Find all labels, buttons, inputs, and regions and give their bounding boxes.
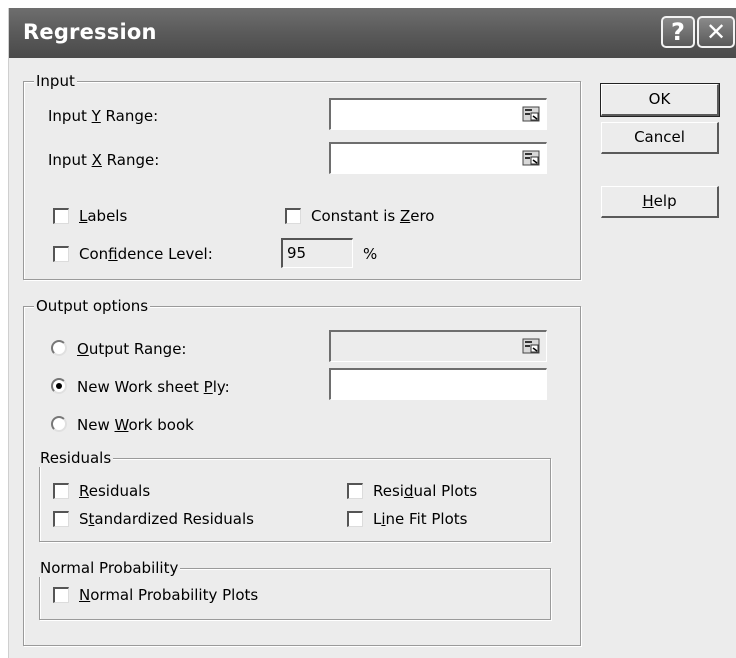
line-fit-plots-checkbox[interactable] [347, 511, 363, 527]
question-icon: ? [671, 18, 685, 46]
title-bar[interactable]: Regression ? ✕ [9, 8, 736, 58]
close-icon: ✕ [705, 18, 727, 46]
regression-dialog: Regression ? ✕ Input Input Y Range: Inpu… [8, 8, 736, 658]
standardized-residuals-checkbox[interactable] [53, 511, 69, 527]
normal-probability-plots-label: Normal Probability Plots [79, 586, 259, 604]
percent-unit: % [363, 245, 378, 263]
input-group-label: Input [34, 72, 77, 90]
range-picker-icon[interactable] [522, 337, 540, 355]
new-worksheet-ply-field[interactable] [329, 368, 547, 400]
close-button[interactable]: ✕ [697, 16, 735, 48]
new-worksheet-ply-radio[interactable] [51, 378, 67, 394]
standardized-residuals-label: Standardized Residuals [79, 510, 254, 528]
constant-is-zero-label: Constant is Zero [311, 207, 435, 225]
confidence-level-label: Confidence Level: [79, 245, 213, 263]
line-fit-plots-label: Line Fit Plots [373, 510, 468, 528]
output-range-radio[interactable] [51, 340, 67, 356]
residual-plots-label: Residual Plots [373, 482, 478, 500]
normal-probability-plots-checkbox[interactable] [53, 587, 69, 603]
help-question-button[interactable]: ? [661, 16, 695, 48]
new-workbook-label: New Work book [77, 416, 194, 434]
residuals-checkbox[interactable] [53, 483, 69, 499]
help-button[interactable]: Help [601, 186, 719, 218]
output-range-label: Output Range: [77, 340, 187, 358]
normal-probability-group-label: Normal Probability [38, 559, 181, 577]
constant-is-zero-checkbox[interactable] [285, 208, 301, 224]
range-picker-icon[interactable] [522, 149, 540, 167]
window-title: Regression [23, 20, 157, 44]
input-x-range-label: Input X Range: [48, 151, 160, 169]
residuals-label: Residuals [79, 482, 151, 500]
range-picker-icon[interactable] [522, 105, 540, 123]
new-workbook-radio[interactable] [51, 416, 67, 432]
output-options-group-label: Output options [34, 297, 151, 315]
ok-button[interactable]: OK [600, 83, 720, 117]
residuals-group-label: Residuals [38, 449, 114, 467]
confidence-level-input[interactable]: 95 [281, 238, 353, 268]
residual-plots-checkbox[interactable] [347, 483, 363, 499]
input-x-range-field[interactable] [329, 142, 547, 174]
input-y-range-field[interactable] [329, 98, 547, 130]
labels-label: Labels [79, 207, 128, 225]
cancel-button[interactable]: Cancel [601, 122, 719, 154]
radio-selected-dot [56, 383, 62, 389]
input-y-range-label: Input Y Range: [48, 107, 159, 125]
confidence-level-checkbox[interactable] [53, 246, 69, 262]
new-worksheet-ply-label: New Work sheet Ply: [77, 378, 230, 396]
output-range-field[interactable] [329, 330, 547, 362]
labels-checkbox[interactable] [53, 208, 69, 224]
